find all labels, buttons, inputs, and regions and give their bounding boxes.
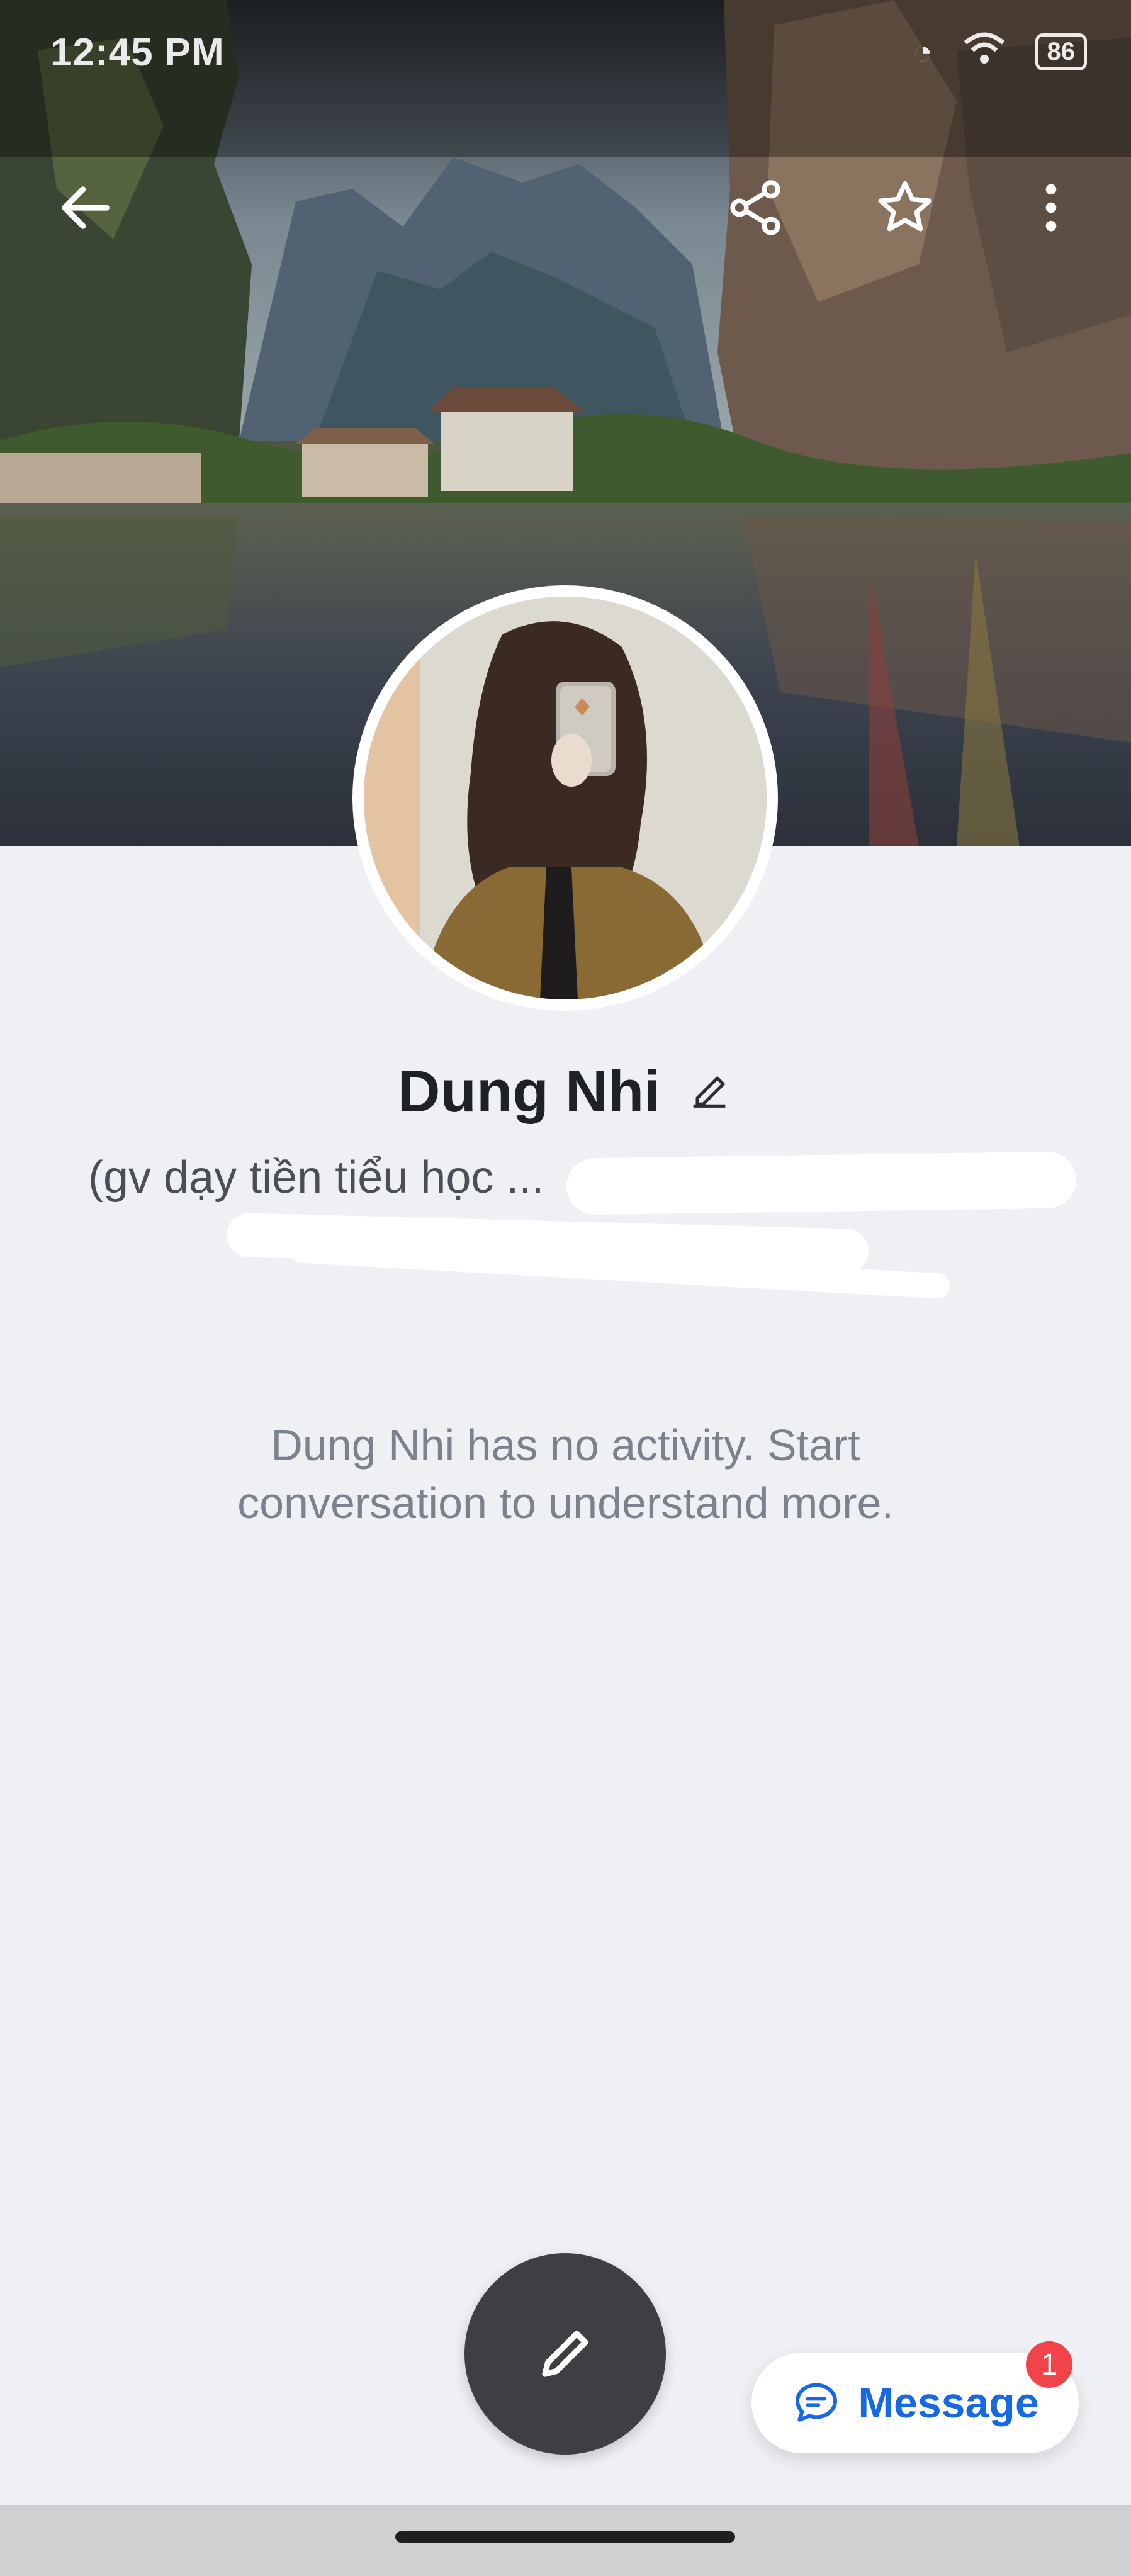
arrow-left-icon <box>62 186 110 229</box>
redaction-mark <box>566 1151 1077 1215</box>
status-time: 12:45 PM <box>50 31 225 74</box>
favorite-button[interactable] <box>861 164 949 252</box>
pencil-icon <box>694 1076 726 1108</box>
profile-avatar[interactable] <box>352 585 778 1011</box>
profile-bio: (gv dạy tiền tiểu học ... <box>88 1152 544 1203</box>
status-bar: 12:45 PM ◔ 86 <box>0 0 1131 101</box>
back-button[interactable] <box>42 164 130 252</box>
status-icons: ◔ 86 <box>913 30 1087 74</box>
alarm-icon: ◔ <box>912 33 933 71</box>
pencil-icon <box>542 2331 588 2377</box>
more-options-button[interactable] <box>1007 164 1095 252</box>
home-indicator[interactable] <box>395 2531 735 2543</box>
star-icon <box>878 181 932 232</box>
chat-bubble-icon <box>796 2383 838 2422</box>
no-activity-message: Dung Nhi has no activity. Start conversa… <box>0 1416 1131 1532</box>
profile-name-row: Dung Nhi <box>0 1057 1131 1125</box>
system-navigation-bar <box>0 2505 1131 2576</box>
profile-name: Dung Nhi <box>397 1058 661 1124</box>
message-button[interactable]: Message 1 <box>751 2341 1079 2453</box>
no-activity-text: Dung Nhi has no activity. Start conversa… <box>237 1420 894 1527</box>
more-vertical-icon <box>1045 184 1057 232</box>
message-label: Message <box>858 2379 1039 2427</box>
wifi-icon <box>962 30 1006 74</box>
unread-badge: 1 <box>1026 2341 1072 2388</box>
share-button[interactable] <box>711 164 799 252</box>
compose-post-button[interactable] <box>464 2253 666 2455</box>
share-icon <box>730 180 780 235</box>
edit-name-button[interactable] <box>685 1066 733 1117</box>
battery-indicator: 86 <box>1035 33 1087 70</box>
avatar-image <box>364 597 767 999</box>
